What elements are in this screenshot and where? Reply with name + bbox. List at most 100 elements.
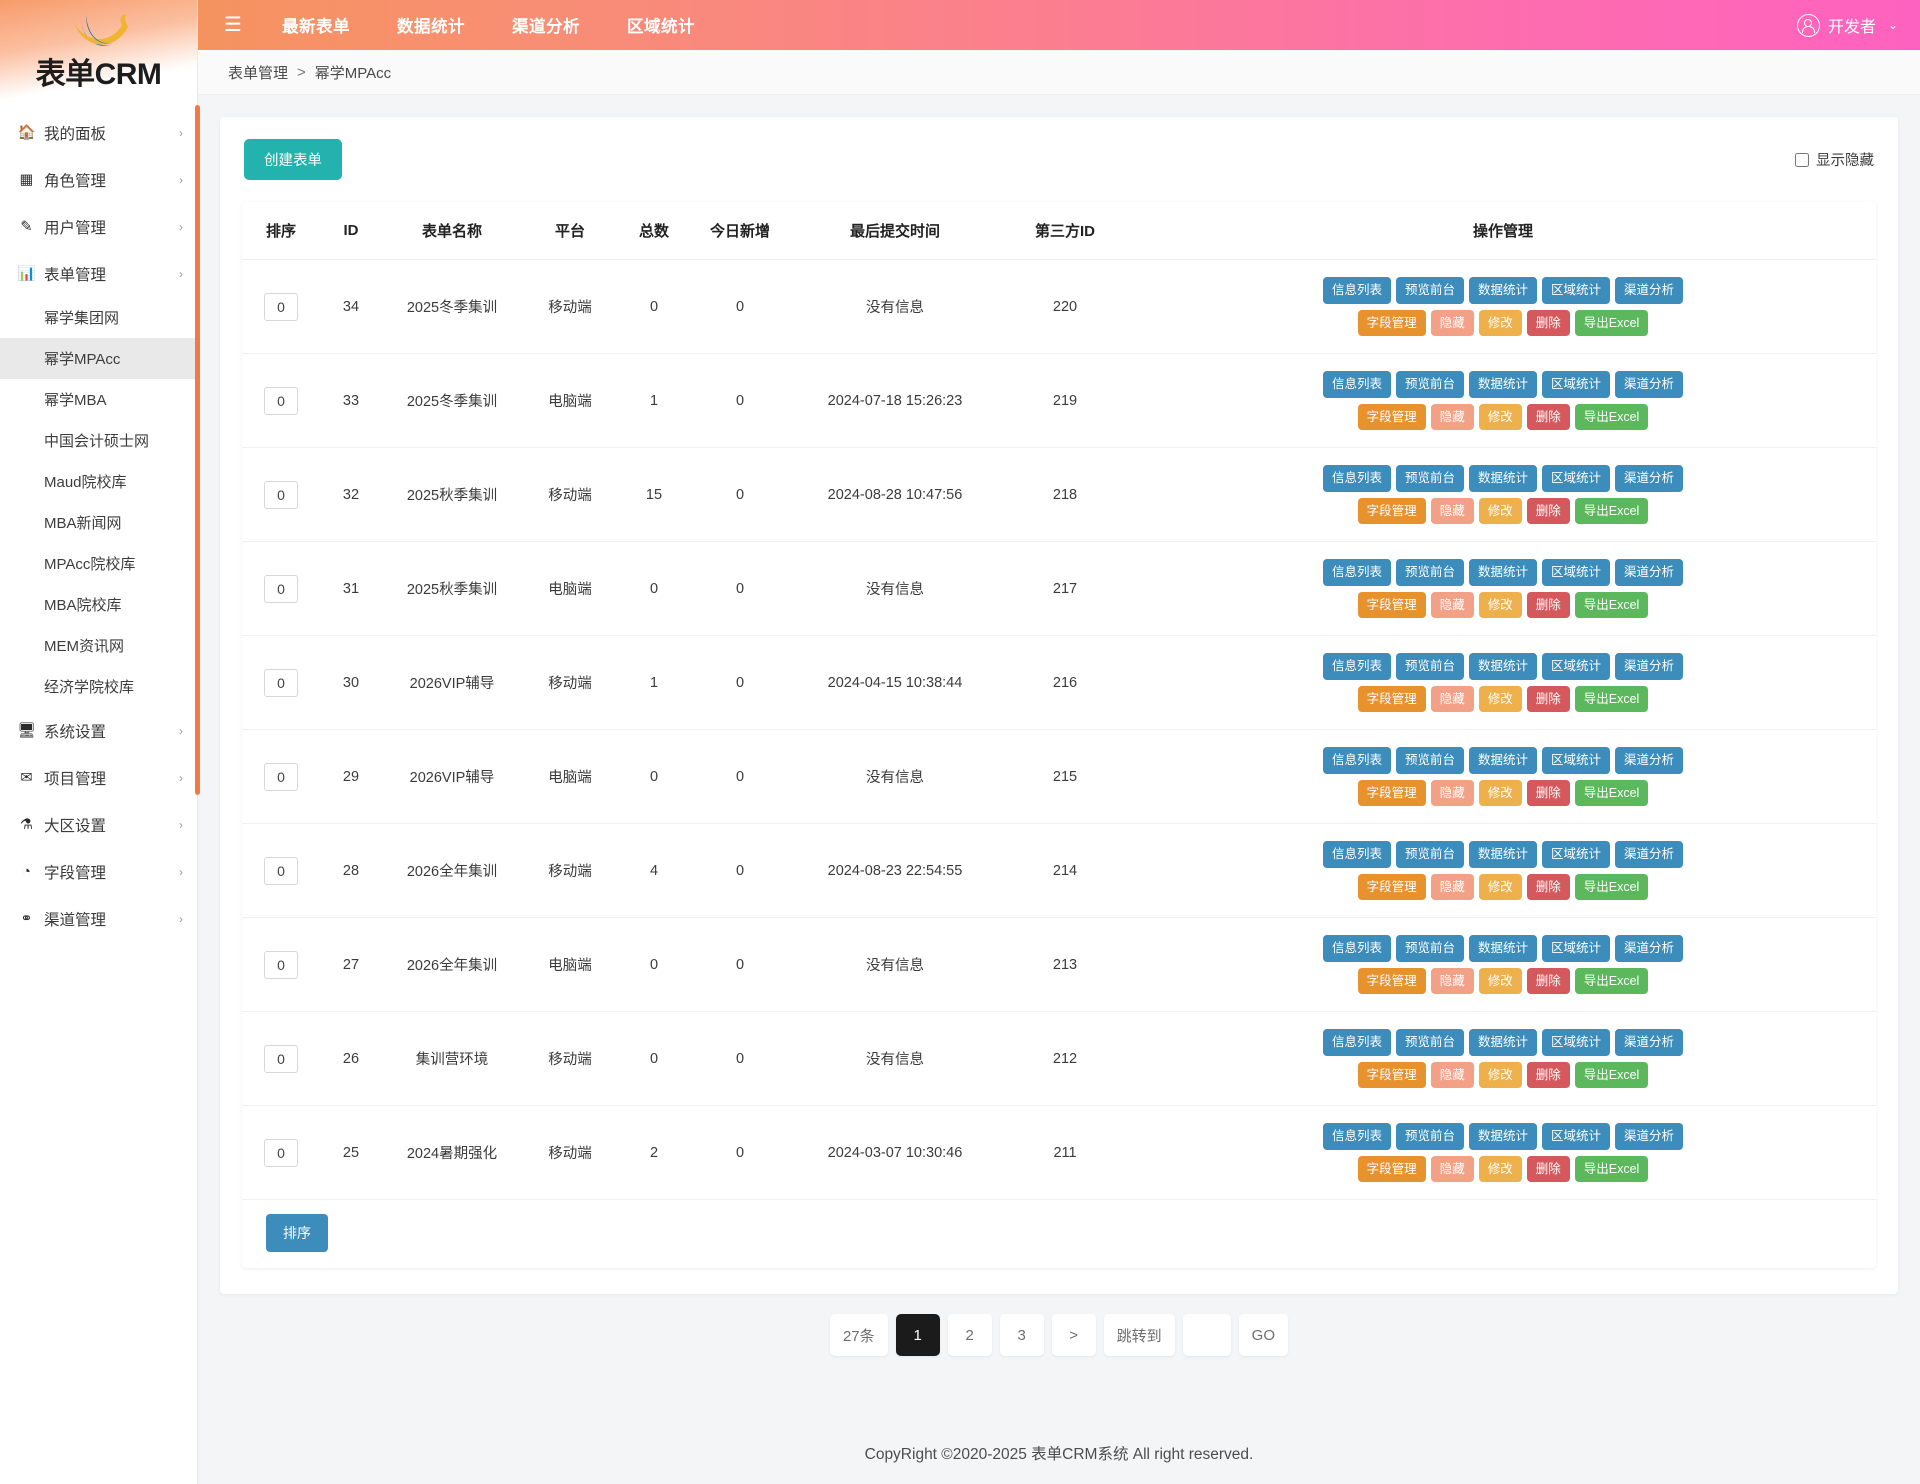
user-menu[interactable]: 开发者 ⌄ bbox=[1796, 13, 1898, 37]
op-preview-frontend-button[interactable]: 预览前台 bbox=[1395, 653, 1464, 680]
sidebar-item-users[interactable]: ✎ 用户管理 › bbox=[0, 203, 197, 250]
op-channel-analysis-button[interactable]: 渠道分析 bbox=[1615, 653, 1684, 680]
op-info-list-button[interactable]: 信息列表 bbox=[1322, 747, 1391, 774]
op-export-excel-button[interactable]: 导出Excel bbox=[1574, 309, 1649, 336]
op-field-management-button[interactable]: 字段管理 bbox=[1357, 967, 1426, 994]
op-info-list-button[interactable]: 信息列表 bbox=[1322, 1029, 1391, 1056]
op-edit-button[interactable]: 修改 bbox=[1478, 967, 1522, 994]
op-region-stats-button[interactable]: 区域统计 bbox=[1542, 371, 1611, 398]
op-data-stats-button[interactable]: 数据统计 bbox=[1468, 371, 1537, 398]
op-data-stats-button[interactable]: 数据统计 bbox=[1468, 653, 1537, 680]
op-hide-button[interactable]: 隐藏 bbox=[1430, 497, 1474, 524]
op-export-excel-button[interactable]: 导出Excel bbox=[1574, 967, 1649, 994]
op-channel-analysis-button[interactable]: 渠道分析 bbox=[1615, 841, 1684, 868]
pagination-jump-input[interactable] bbox=[1182, 1314, 1231, 1356]
op-delete-button[interactable]: 删除 bbox=[1526, 685, 1570, 712]
op-region-stats-button[interactable]: 区域统计 bbox=[1542, 653, 1611, 680]
op-delete-button[interactable]: 删除 bbox=[1526, 1061, 1570, 1088]
pagination-page-2[interactable]: 2 bbox=[947, 1314, 992, 1356]
op-region-stats-button[interactable]: 区域统计 bbox=[1542, 841, 1611, 868]
op-edit-button[interactable]: 修改 bbox=[1478, 591, 1522, 618]
pagination-page-3[interactable]: 3 bbox=[999, 1314, 1044, 1356]
create-form-button[interactable]: 创建表单 bbox=[244, 139, 342, 180]
op-delete-button[interactable]: 删除 bbox=[1526, 779, 1570, 806]
op-preview-frontend-button[interactable]: 预览前台 bbox=[1395, 371, 1464, 398]
op-hide-button[interactable]: 隐藏 bbox=[1430, 873, 1474, 900]
op-export-excel-button[interactable]: 导出Excel bbox=[1574, 403, 1649, 430]
op-hide-button[interactable]: 隐藏 bbox=[1430, 591, 1474, 618]
op-data-stats-button[interactable]: 数据统计 bbox=[1468, 559, 1537, 586]
sort-order-input[interactable] bbox=[264, 856, 298, 885]
op-preview-frontend-button[interactable]: 预览前台 bbox=[1395, 1123, 1464, 1150]
sidebar-subitem-mba-school-db[interactable]: MBA院校库 bbox=[0, 584, 197, 625]
op-data-stats-button[interactable]: 数据统计 bbox=[1468, 747, 1537, 774]
op-field-management-button[interactable]: 字段管理 bbox=[1357, 403, 1426, 430]
sort-order-input[interactable] bbox=[264, 480, 298, 509]
op-delete-button[interactable]: 删除 bbox=[1526, 309, 1570, 336]
sidebar-item-project-management[interactable]: ✉ 项目管理 › bbox=[0, 754, 197, 801]
op-channel-analysis-button[interactable]: 渠道分析 bbox=[1615, 371, 1684, 398]
op-channel-analysis-button[interactable]: 渠道分析 bbox=[1615, 747, 1684, 774]
sidebar-subitem-mpacc[interactable]: 幂学MPAcc bbox=[0, 338, 197, 379]
op-field-management-button[interactable]: 字段管理 bbox=[1357, 591, 1426, 618]
op-region-stats-button[interactable]: 区域统计 bbox=[1542, 465, 1611, 492]
sort-order-input[interactable] bbox=[264, 1044, 298, 1073]
op-preview-frontend-button[interactable]: 预览前台 bbox=[1395, 277, 1464, 304]
sidebar-item-roles[interactable]: ▦ 角色管理 › bbox=[0, 156, 197, 203]
sidebar-subitem-mba-news[interactable]: MBA新闻网 bbox=[0, 502, 197, 543]
op-edit-button[interactable]: 修改 bbox=[1478, 1061, 1522, 1088]
op-export-excel-button[interactable]: 导出Excel bbox=[1574, 685, 1649, 712]
op-hide-button[interactable]: 隐藏 bbox=[1430, 1155, 1474, 1182]
op-channel-analysis-button[interactable]: 渠道分析 bbox=[1615, 559, 1684, 586]
brand-logo[interactable]: 表单CRM bbox=[0, 0, 197, 105]
sidebar-subitem-mba[interactable]: 幂学MBA bbox=[0, 379, 197, 420]
op-hide-button[interactable]: 隐藏 bbox=[1430, 309, 1474, 336]
op-export-excel-button[interactable]: 导出Excel bbox=[1574, 497, 1649, 524]
op-field-management-button[interactable]: 字段管理 bbox=[1357, 309, 1426, 336]
op-region-stats-button[interactable]: 区域统计 bbox=[1542, 559, 1611, 586]
op-channel-analysis-button[interactable]: 渠道分析 bbox=[1615, 935, 1684, 962]
op-data-stats-button[interactable]: 数据统计 bbox=[1468, 277, 1537, 304]
sidebar-item-channel-management[interactable]: ⚭ 渠道管理 › bbox=[0, 895, 197, 942]
op-edit-button[interactable]: 修改 bbox=[1478, 779, 1522, 806]
op-hide-button[interactable]: 隐藏 bbox=[1430, 685, 1474, 712]
op-edit-button[interactable]: 修改 bbox=[1478, 497, 1522, 524]
op-export-excel-button[interactable]: 导出Excel bbox=[1574, 591, 1649, 618]
op-delete-button[interactable]: 删除 bbox=[1526, 403, 1570, 430]
op-hide-button[interactable]: 隐藏 bbox=[1430, 967, 1474, 994]
sidebar-item-system-settings[interactable]: 🖥 系统设置 › bbox=[0, 707, 197, 754]
op-preview-frontend-button[interactable]: 预览前台 bbox=[1395, 559, 1464, 586]
op-field-management-button[interactable]: 字段管理 bbox=[1357, 779, 1426, 806]
op-export-excel-button[interactable]: 导出Excel bbox=[1574, 779, 1649, 806]
op-region-stats-button[interactable]: 区域统计 bbox=[1542, 1029, 1611, 1056]
op-info-list-button[interactable]: 信息列表 bbox=[1322, 277, 1391, 304]
sidebar-item-dashboard[interactable]: 🏠 我的面板 › bbox=[0, 109, 197, 156]
op-delete-button[interactable]: 删除 bbox=[1526, 967, 1570, 994]
op-info-list-button[interactable]: 信息列表 bbox=[1322, 935, 1391, 962]
op-export-excel-button[interactable]: 导出Excel bbox=[1574, 873, 1649, 900]
op-region-stats-button[interactable]: 区域统计 bbox=[1542, 747, 1611, 774]
apply-sort-button[interactable]: 排序 bbox=[266, 1214, 328, 1252]
op-preview-frontend-button[interactable]: 预览前台 bbox=[1395, 841, 1464, 868]
op-preview-frontend-button[interactable]: 预览前台 bbox=[1395, 747, 1464, 774]
sidebar-item-region-settings[interactable]: ⚗ 大区设置 › bbox=[0, 801, 197, 848]
sidebar-subitem-accounting-master[interactable]: 中国会计硕士网 bbox=[0, 420, 197, 461]
sidebar-subitem-mpacc-school-db[interactable]: MPAcc院校库 bbox=[0, 543, 197, 584]
sidebar-subitem-group-site[interactable]: 幂学集团网 bbox=[0, 297, 197, 338]
op-preview-frontend-button[interactable]: 预览前台 bbox=[1395, 1029, 1464, 1056]
sort-order-input[interactable] bbox=[264, 668, 298, 697]
sidebar-subitem-econ-school-db[interactable]: 经济学院校库 bbox=[0, 666, 197, 707]
op-delete-button[interactable]: 删除 bbox=[1526, 497, 1570, 524]
topnav-latest-forms[interactable]: 最新表单 bbox=[282, 13, 350, 37]
op-info-list-button[interactable]: 信息列表 bbox=[1322, 465, 1391, 492]
op-hide-button[interactable]: 隐藏 bbox=[1430, 403, 1474, 430]
sidebar-subitem-maud-school-db[interactable]: Maud院校库 bbox=[0, 461, 197, 502]
breadcrumb-parent[interactable]: 表单管理 bbox=[228, 62, 288, 83]
op-field-management-button[interactable]: 字段管理 bbox=[1357, 497, 1426, 524]
op-region-stats-button[interactable]: 区域统计 bbox=[1542, 1123, 1611, 1150]
pagination-next-button[interactable]: > bbox=[1051, 1314, 1096, 1356]
sort-order-input[interactable] bbox=[264, 950, 298, 979]
op-info-list-button[interactable]: 信息列表 bbox=[1322, 1123, 1391, 1150]
op-info-list-button[interactable]: 信息列表 bbox=[1322, 841, 1391, 868]
op-preview-frontend-button[interactable]: 预览前台 bbox=[1395, 935, 1464, 962]
